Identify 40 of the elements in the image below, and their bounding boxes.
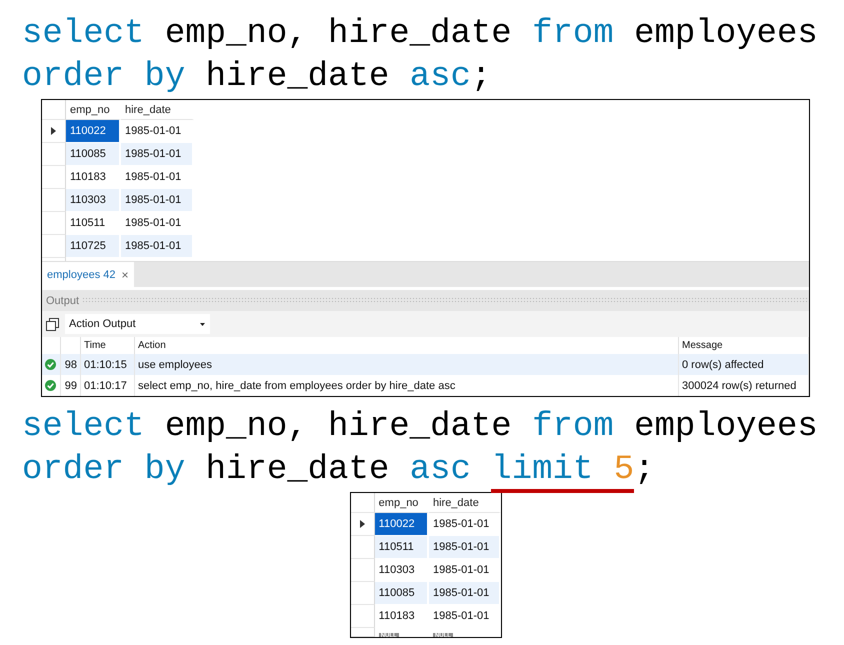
table-cell: 110022 bbox=[374, 513, 429, 536]
row-pointer-icon bbox=[51, 127, 56, 135]
action-cell: use employees bbox=[138, 358, 212, 370]
table-cell: 110085 bbox=[66, 143, 121, 166]
column-header[interactable]: Action bbox=[138, 340, 166, 351]
column-header[interactable]: Message bbox=[682, 340, 723, 351]
table-cell: 110725 bbox=[66, 235, 121, 258]
table-cell: 110183 bbox=[374, 605, 429, 628]
table-cell: 1985-01-01 bbox=[428, 582, 501, 605]
caret-icon bbox=[200, 322, 205, 326]
output-type-dropdown[interactable]: Action Output bbox=[65, 314, 210, 334]
time-cell: 01:10:17 bbox=[84, 380, 127, 392]
table-cell: 110022 bbox=[66, 120, 121, 143]
copy-icon[interactable] bbox=[46, 318, 59, 330]
code-line: order by hire_date asc; bbox=[22, 57, 492, 98]
table-cell: 110303 bbox=[66, 189, 121, 212]
time-cell: 01:10:15 bbox=[84, 358, 127, 370]
action-cell: select emp_no, hire_date from employees order by hire_date asc bbox=[138, 380, 456, 392]
table-cell: 110511 bbox=[374, 536, 429, 559]
table-cell: 1985-01-01 bbox=[121, 235, 194, 258]
column-header[interactable]: Time bbox=[84, 340, 106, 351]
table-cell: 110085 bbox=[374, 582, 429, 605]
success-icon bbox=[45, 380, 56, 391]
code-line: select emp_no, hire_date from employees bbox=[22, 14, 818, 55]
row-number: 98 bbox=[64, 358, 77, 370]
table-cell: 1985-01-01 bbox=[428, 605, 501, 628]
message-cell: 0 row(s) affected bbox=[682, 358, 764, 370]
message-cell: 300024 row(s) returned bbox=[682, 380, 796, 392]
result-tab[interactable]: employees 42 × bbox=[42, 262, 134, 287]
code-line: order by hire_date asc limit 5; bbox=[22, 449, 655, 492]
panel-title: Output bbox=[46, 294, 80, 306]
row-pointer-icon bbox=[360, 520, 365, 528]
table-cell: 1985-01-01 bbox=[428, 536, 501, 559]
success-icon bbox=[45, 359, 56, 370]
table-cell: 1985-01-01 bbox=[121, 143, 194, 166]
table-cell: 1985-01-01 bbox=[121, 189, 194, 212]
code-line: select emp_no, hire_date from employees bbox=[22, 407, 818, 448]
row-number: 99 bbox=[64, 380, 77, 392]
close-tab-button[interactable]: × bbox=[122, 268, 129, 282]
column-header[interactable]: emp_no bbox=[374, 493, 429, 513]
